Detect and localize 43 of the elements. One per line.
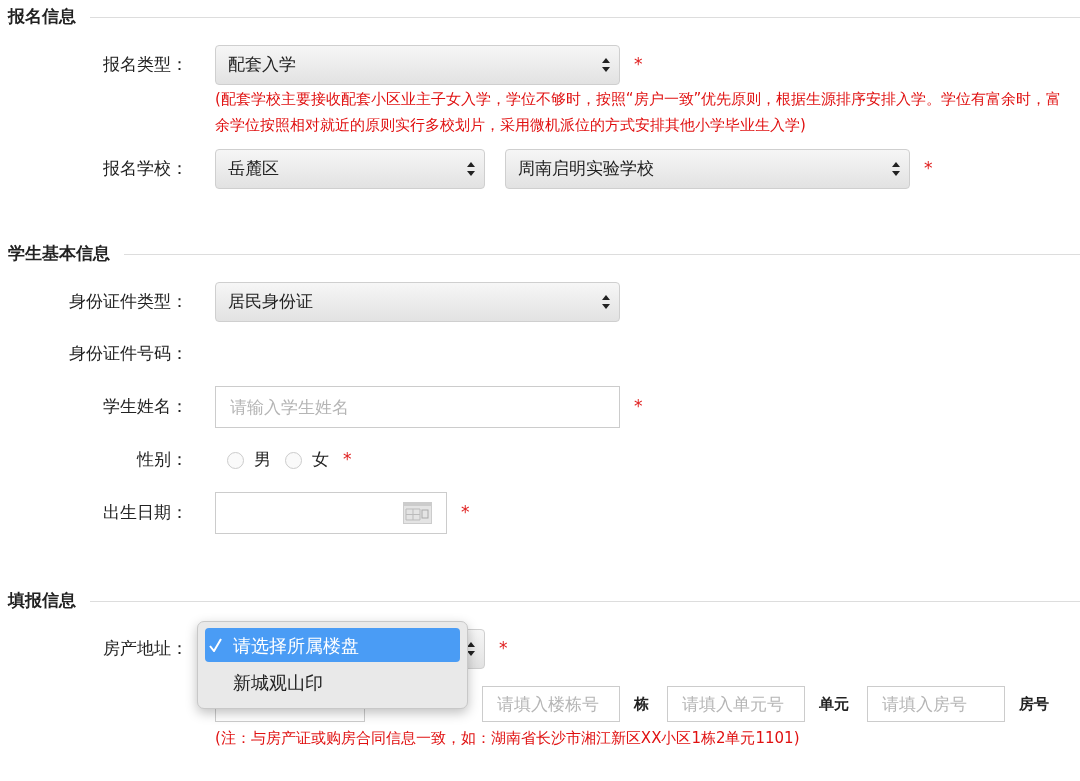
updown-arrow-icon — [891, 161, 901, 177]
required-asterisk: * — [343, 448, 352, 472]
calendar-icon[interactable] — [403, 502, 432, 524]
updown-arrow-icon — [466, 161, 476, 177]
dropdown[interactable]: 周南启明实验学校 — [505, 149, 910, 189]
unit-label: 房号 — [1019, 693, 1049, 715]
field-label: 出生日期： — [103, 502, 188, 523]
text-input[interactable]: 请填入单元号 — [667, 686, 805, 722]
radio-label: 女 — [312, 448, 329, 472]
radio-button[interactable] — [227, 451, 244, 469]
note-text: (注：与房产证或购房合同信息一致，如：湖南省长沙市湘江新区XX小区1栋2单元1101) — [215, 728, 800, 749]
updown-arrow-icon — [601, 294, 611, 310]
dropdown[interactable]: 配套入学 — [215, 45, 620, 85]
dropdown[interactable]: 居民身份证 — [215, 282, 620, 322]
field-label: 报名学校： — [103, 158, 188, 179]
section-title: 报名信息 — [8, 5, 76, 29]
section-title: 填报信息 — [8, 589, 76, 613]
field-label: 身份证件类型： — [69, 291, 188, 312]
note-text: (配套学校主要接收配套小区业主子女入学，学位不够时，按照“房户一致”优先原则，根据生源排序安排入学。学位有富余时，富余学位按照相对就近的原则实行多校划片，采用微机派位的方式安排其他小学毕业生入学) — [215, 89, 1063, 136]
required-asterisk: * — [461, 501, 470, 525]
check-icon — [209, 638, 222, 652]
field-label: 房产地址： — [103, 638, 188, 659]
radio-button[interactable] — [285, 451, 302, 469]
section-title: 学生基本信息 — [8, 242, 110, 266]
dropdown[interactable]: 岳麓区 — [215, 149, 485, 189]
required-asterisk: * — [924, 157, 933, 181]
required-asterisk: * — [499, 637, 508, 661]
required-asterisk: * — [634, 53, 643, 77]
radio-label: 男 — [254, 448, 271, 472]
date-input[interactable] — [215, 492, 447, 534]
updown-arrow-icon — [466, 641, 476, 657]
field-label: 性别： — [137, 449, 188, 470]
required-asterisk: * — [634, 395, 643, 419]
unit-label: 单元 — [819, 693, 849, 715]
updown-arrow-icon — [601, 57, 611, 73]
field-label: 报名类型： — [103, 54, 188, 75]
field-label: 学生姓名： — [103, 396, 188, 417]
menu-option[interactable]: 新城观山印 — [205, 665, 460, 699]
text-input[interactable]: 请输入学生姓名 — [215, 386, 620, 428]
text-input[interactable]: 请填入楼栋号 — [482, 686, 620, 722]
text-input[interactable]: 请填入房号 — [867, 686, 1005, 722]
unit-label: 栋 — [634, 693, 649, 715]
field-label: 身份证件号码： — [69, 343, 188, 364]
